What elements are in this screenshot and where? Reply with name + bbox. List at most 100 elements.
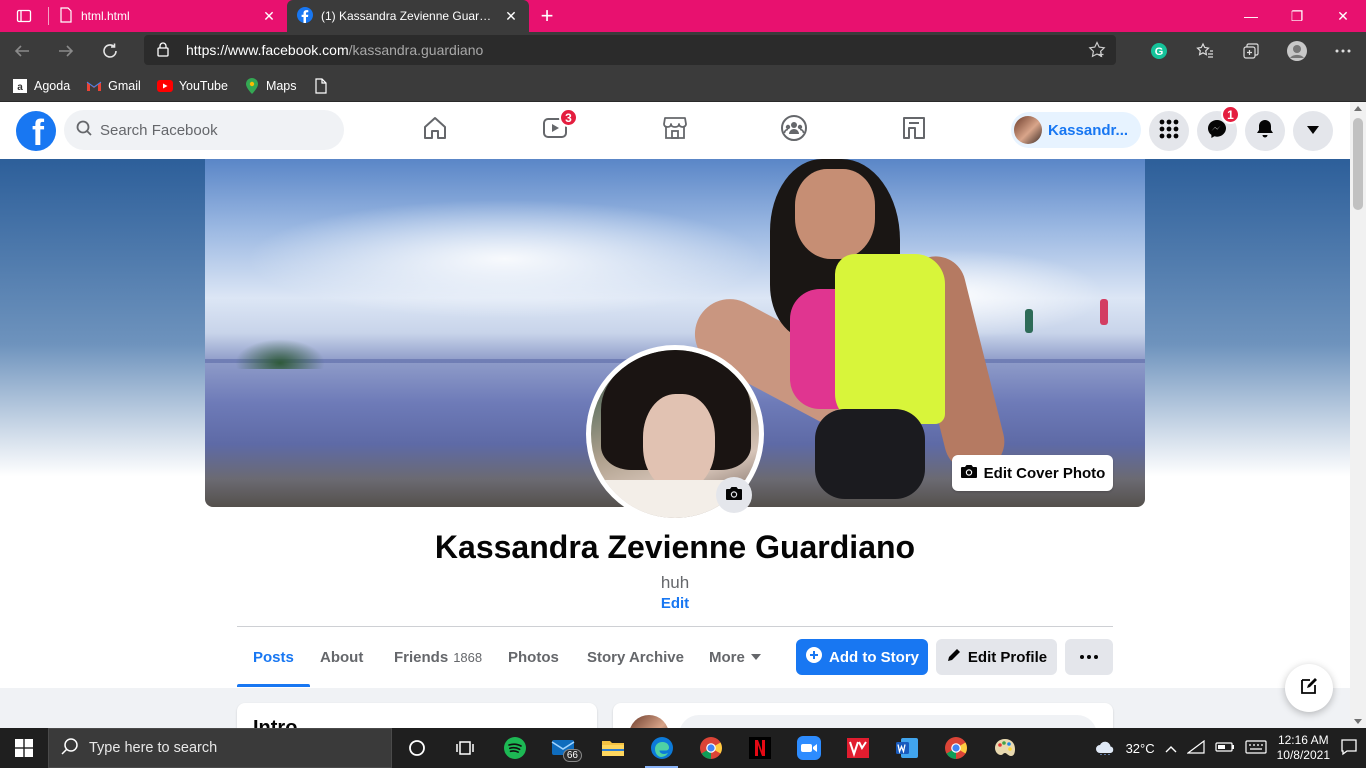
bookmark-gmail[interactable]: Gmail (86, 78, 141, 94)
search-icon (61, 737, 79, 759)
notifications-button[interactable] (1245, 111, 1285, 151)
bookmark-youtube[interactable]: YouTube (156, 78, 228, 94)
mail-icon[interactable]: 66 (539, 728, 588, 768)
weather-cloud-icon[interactable] (1094, 739, 1116, 758)
new-tab-button[interactable]: + (529, 0, 565, 32)
paint-icon[interactable] (980, 728, 1029, 768)
minimize-icon[interactable]: — (1228, 0, 1274, 32)
account-button[interactable] (1293, 111, 1333, 151)
add-favorite-icon[interactable] (1088, 41, 1106, 62)
nav-groups[interactable] (738, 102, 850, 159)
bookmark-label: Gmail (108, 78, 141, 93)
bookmark-label: Agoda (34, 78, 71, 93)
chevron-up-icon[interactable] (1165, 741, 1177, 756)
tab-about[interactable]: About (304, 627, 379, 687)
tab-friends[interactable]: Friends 1868 (378, 627, 498, 687)
clock-date: 10/8/2021 (1276, 748, 1330, 762)
svg-text:a: a (17, 82, 23, 93)
facebook-search[interactable] (64, 110, 344, 150)
chrome-icon-2[interactable] (931, 728, 980, 768)
url-field[interactable]: https://www.facebook.com/kassandra.guard… (144, 35, 1116, 65)
add-to-story-button[interactable]: Add to Story (796, 639, 928, 675)
menu-button[interactable] (1149, 111, 1189, 151)
bookmark-agoda[interactable]: a Agoda (12, 78, 70, 94)
collections-icon[interactable] (1228, 32, 1274, 70)
browser-tab-bar: html.html ✕ (1) Kassandra Zevienne Guard… (0, 0, 1366, 32)
tab-photos[interactable]: Photos (492, 627, 575, 687)
camera-icon (725, 485, 743, 506)
reading-list-icon[interactable] (1182, 32, 1228, 70)
bookmark-label: YouTube (178, 78, 228, 93)
refresh-icon[interactable] (88, 32, 132, 70)
windows-start-icon[interactable] (0, 728, 48, 768)
close-tab-icon[interactable]: ✕ (261, 8, 277, 25)
add-to-story-label: Add to Story (829, 648, 919, 666)
tab-label: More (709, 648, 745, 666)
maps-icon (244, 77, 260, 94)
cortana-icon[interactable] (392, 728, 441, 768)
edit-cover-photo-button[interactable]: Edit Cover Photo (952, 455, 1113, 491)
groups-icon (780, 114, 808, 147)
close-window-icon[interactable]: ✕ (1320, 0, 1366, 32)
edge-icon[interactable] (637, 728, 686, 768)
back-icon[interactable] (0, 32, 44, 70)
plus-circle-icon (805, 646, 823, 668)
chrome-icon[interactable] (686, 728, 735, 768)
nav-gaming[interactable] (858, 102, 970, 159)
tab-more[interactable]: More (693, 627, 777, 687)
spotify-icon[interactable] (490, 728, 539, 768)
temperature[interactable]: 32°C (1126, 741, 1155, 756)
close-tab-icon[interactable]: ✕ (503, 8, 519, 25)
tab-actions-icon[interactable] (0, 0, 48, 32)
battery-icon[interactable] (1215, 741, 1235, 756)
pencil-icon (946, 647, 962, 667)
watch-badge: 3 (559, 108, 578, 127)
profile-chip[interactable]: Kassandr... (1011, 112, 1141, 148)
wifi-icon[interactable] (1185, 739, 1205, 757)
taskbar-clock[interactable]: 12:16 AM 10/8/2021 (1277, 733, 1330, 763)
bookmark-label: Maps (265, 78, 297, 93)
lock-icon[interactable] (156, 41, 172, 60)
taskbar-apps: 66 (392, 728, 1029, 768)
profile-bio: huh (660, 573, 690, 592)
grammarly-icon[interactable]: G (1136, 32, 1182, 70)
bookmark-maps[interactable]: Maps (244, 77, 297, 94)
avatar (1014, 116, 1042, 144)
tab-posts[interactable]: Posts (237, 627, 310, 687)
restore-icon[interactable]: ❐ (1274, 0, 1320, 32)
profile-chip-name: Kassandr... (1048, 121, 1129, 139)
word-icon[interactable] (882, 728, 931, 768)
new-message-button[interactable] (1285, 664, 1333, 712)
tab-facebook[interactable]: (1) Kassandra Zevienne Guardiano ✕ (287, 0, 529, 32)
messenger-icon (1207, 119, 1227, 144)
edit-profile-button[interactable]: Edit Profile (936, 639, 1057, 675)
forward-icon[interactable] (44, 32, 88, 70)
update-profile-picture-button[interactable] (716, 477, 752, 513)
profile-header: Edit Cover Photo Kassandra Zevienne Guar… (0, 159, 1350, 688)
netflix-icon[interactable] (735, 728, 784, 768)
tab-html[interactable]: html.html ✕ (49, 0, 287, 32)
nav-watch[interactable]: 3 (499, 102, 611, 159)
scroll-down-icon[interactable] (1354, 719, 1362, 724)
nav-marketplace[interactable] (619, 102, 731, 159)
tab-story-archive[interactable]: Story Archive (571, 627, 700, 687)
task-view-icon[interactable] (441, 728, 490, 768)
keyboard-icon[interactable] (1245, 739, 1267, 757)
taskbar-search[interactable]: Type here to search (48, 728, 392, 768)
file-explorer-icon[interactable] (588, 728, 637, 768)
nav-home[interactable] (379, 102, 491, 159)
vpn-app-icon[interactable] (833, 728, 882, 768)
scrollbar-thumb[interactable] (1353, 118, 1363, 210)
notification-center-icon[interactable] (1340, 738, 1358, 759)
search-input[interactable] (100, 121, 320, 139)
settings-more-icon[interactable] (1320, 32, 1366, 70)
edit-bio-link[interactable]: Edit (661, 595, 689, 612)
more-options-button[interactable] (1065, 639, 1113, 675)
bookmark-page[interactable] (313, 77, 329, 94)
scroll-up-icon[interactable] (1354, 106, 1362, 111)
browser-profile-icon[interactable] (1274, 32, 1320, 70)
zoom-icon[interactable] (784, 728, 833, 768)
facebook-logo-icon[interactable]: f (16, 111, 56, 151)
page-scrollbar[interactable] (1350, 102, 1366, 728)
messenger-button[interactable]: 1 (1197, 105, 1240, 151)
